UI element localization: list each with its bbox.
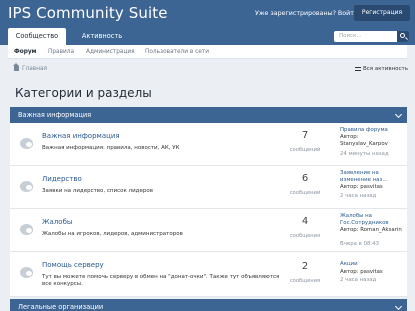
forum-title[interactable]: Жалобы bbox=[42, 218, 72, 226]
post-count: 6 bbox=[301, 173, 309, 184]
subnav-forum[interactable]: Форум bbox=[14, 45, 36, 59]
forum-row: Помощь серверу Тут вы можете помочь серв… bbox=[10, 252, 407, 297]
last-post-author: Автор: pasvitas bbox=[340, 269, 383, 275]
forum-description: Жалобы на игроков, лидеров, администрато… bbox=[42, 231, 183, 237]
last-post-time: 24 минуты назад bbox=[340, 151, 389, 157]
activity-icon bbox=[355, 67, 361, 71]
forum-row: Лидерство Заявки на лидерство, список ли… bbox=[10, 166, 407, 209]
forum-row: Важная информация Важная информация: пра… bbox=[10, 123, 407, 166]
last-post-author: Автор: pasvitas bbox=[340, 184, 383, 190]
post-count: 7 bbox=[301, 130, 309, 141]
forum-description-line: все конкурсы. bbox=[42, 281, 83, 287]
category-title: Легальные организации bbox=[18, 303, 104, 311]
last-post-title[interactable]: Акции bbox=[340, 261, 406, 268]
forum-description: Важная информация: правила, новости, АК,… bbox=[42, 145, 180, 151]
sign-in-link[interactable]: Уже зарегистрированы? Войти ▼ bbox=[255, 10, 365, 17]
post-count: 4 bbox=[301, 216, 309, 227]
site-header: IPS Community Suite Уже зарегистрированы… bbox=[0, 0, 415, 45]
post-count-label: сообщений bbox=[289, 147, 321, 153]
forum-title[interactable]: Лидерство bbox=[42, 175, 82, 183]
search-icon bbox=[400, 33, 405, 38]
all-activity-link[interactable]: Вся активность bbox=[363, 62, 408, 76]
tab-community[interactable]: Сообщество bbox=[8, 28, 66, 45]
last-post-time: Вчера в 08:43 bbox=[340, 241, 380, 247]
collapse-icon[interactable] bbox=[394, 110, 403, 119]
category-header-important[interactable]: Важная информация bbox=[10, 107, 407, 123]
post-count: 2 bbox=[301, 261, 309, 272]
last-post-time: 2 часа назад bbox=[340, 193, 377, 199]
subnav-administration[interactable]: Администрация bbox=[86, 45, 135, 59]
forum-bubble-icon bbox=[20, 224, 33, 235]
last-post-author: Автор: Stanyslav_Karpov bbox=[340, 134, 388, 147]
sign-in-label: Уже зарегистрированы? Войти bbox=[255, 10, 358, 17]
category-title: Важная информация bbox=[18, 111, 92, 119]
search-button[interactable] bbox=[397, 31, 409, 42]
last-post-title[interactable]: Жалобы на Гос.Сотрудников bbox=[340, 213, 406, 227]
forum-title[interactable]: Важная информация bbox=[42, 132, 120, 140]
collapse-icon[interactable] bbox=[394, 302, 403, 311]
register-button[interactable]: Регистрация bbox=[354, 5, 410, 21]
last-post-title[interactable]: Заявление на изменение наз... bbox=[340, 170, 406, 184]
last-post-time: 2 часа назад bbox=[340, 277, 377, 283]
forum-bubble-icon bbox=[20, 138, 33, 149]
last-post-author: Автор: Roman_Aksarin bbox=[340, 227, 402, 233]
forum-bubble-icon bbox=[20, 181, 33, 192]
post-count-label: сообщения bbox=[289, 278, 321, 284]
post-count-label: сообщений bbox=[289, 190, 321, 196]
sub-navigation: Форум Правила Администрация Пользователи… bbox=[8, 45, 407, 59]
post-count-label: сообщения bbox=[289, 233, 321, 239]
forum-description-line: Тут вы можете помочь серверу в обмен на … bbox=[42, 274, 280, 280]
tab-activity[interactable]: Активность bbox=[72, 28, 132, 45]
last-post-title[interactable]: Правила форума bbox=[340, 127, 406, 134]
page-title: Категории и разделы bbox=[15, 86, 152, 100]
forum-row: Жалобы Жалобы на игроков, лидеров, админ… bbox=[10, 209, 407, 252]
subnav-rules[interactable]: Правила bbox=[48, 45, 74, 59]
breadcrumb-home[interactable]: Главная bbox=[22, 62, 47, 76]
forum-title[interactable]: Помощь серверу bbox=[42, 261, 104, 269]
forum-description: Тут вы можете помочь серверу в обмен на … bbox=[42, 274, 279, 288]
breadcrumb: Главная Вся активность bbox=[8, 62, 408, 76]
search-input[interactable]: Поиск... bbox=[334, 31, 409, 42]
forum-description: Заявки на лидерство, список лидеров bbox=[42, 188, 153, 194]
home-icon bbox=[13, 63, 19, 71]
category-header-legal[interactable]: Легальные организации bbox=[10, 299, 407, 311]
subnav-online-users[interactable]: Пользователи в сети bbox=[145, 45, 209, 59]
forum-bubble-icon bbox=[20, 267, 33, 278]
site-logo[interactable]: IPS Community Suite bbox=[8, 4, 168, 22]
search-placeholder: Поиск... bbox=[339, 33, 362, 39]
